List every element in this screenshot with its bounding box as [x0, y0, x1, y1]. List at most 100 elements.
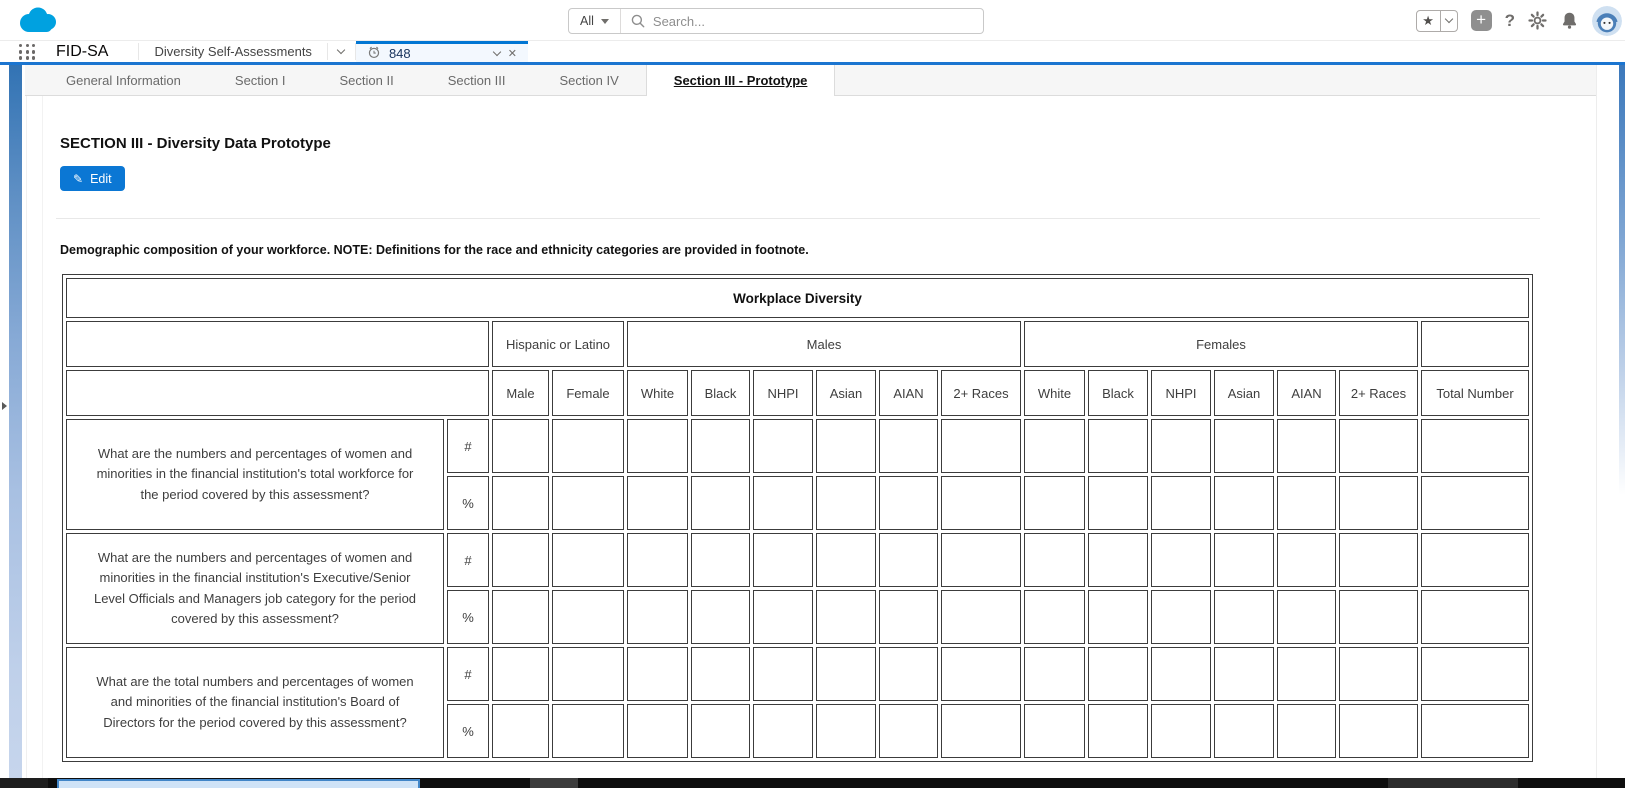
data-cell	[1421, 476, 1529, 530]
col-header: AIAN	[879, 370, 938, 416]
taskbar-start-segment[interactable]	[0, 778, 48, 788]
search-input[interactable]	[653, 14, 983, 29]
data-cell	[879, 419, 938, 473]
data-cell	[879, 476, 938, 530]
search-icon	[631, 14, 645, 28]
tab-section-ii[interactable]: Section II	[313, 65, 421, 95]
data-cell	[1024, 533, 1085, 587]
data-cell	[1214, 590, 1274, 644]
taskbar-tray-segment	[1388, 778, 1518, 788]
data-cell	[1339, 647, 1418, 701]
taskbar-app-button[interactable]	[530, 778, 578, 788]
data-cell	[816, 419, 876, 473]
tab-general-information[interactable]: General Information	[39, 65, 208, 95]
tab-section-iv[interactable]: Section IV	[533, 65, 646, 95]
data-cell	[1151, 533, 1211, 587]
tab-section-iii[interactable]: Section III	[421, 65, 533, 95]
setup-gear-icon[interactable]	[1528, 11, 1547, 30]
data-cell	[1088, 419, 1148, 473]
taskbar-search-box[interactable]	[57, 779, 420, 788]
tab-diversity-self-assessments[interactable]: Diversity Self-Assessments	[139, 41, 326, 62]
data-cell	[552, 419, 624, 473]
edit-button[interactable]: ✎ Edit	[60, 166, 125, 191]
favorites-dropdown-icon[interactable]	[1440, 11, 1457, 31]
data-cell	[552, 590, 624, 644]
data-cell	[941, 704, 1021, 758]
data-cell	[941, 419, 1021, 473]
panel-expand-arrow-icon[interactable]	[2, 402, 7, 410]
data-cell	[1214, 476, 1274, 530]
count-row-label: #	[447, 533, 489, 587]
data-cell	[1277, 590, 1336, 644]
data-cell	[1024, 704, 1085, 758]
question-cell: What are the numbers and percentages of …	[66, 533, 444, 644]
data-cell	[1088, 704, 1148, 758]
data-cell	[492, 704, 549, 758]
table-row-q2-count: What are the numbers and percentages of …	[66, 533, 1529, 587]
data-cell	[941, 533, 1021, 587]
user-avatar[interactable]	[1592, 6, 1622, 36]
col-header: White	[1024, 370, 1085, 416]
data-cell	[879, 590, 938, 644]
col-header: 2+ Races	[941, 370, 1021, 416]
col-header: 2+ Races	[1339, 370, 1418, 416]
data-cell	[753, 704, 813, 758]
data-cell	[552, 647, 624, 701]
data-cell	[691, 647, 750, 701]
data-cell	[1277, 704, 1336, 758]
data-cell	[1024, 419, 1085, 473]
tab-section-i[interactable]: Section I	[208, 65, 313, 95]
data-cell	[691, 704, 750, 758]
data-cell	[1214, 533, 1274, 587]
record-tab-chevron-icon[interactable]	[492, 47, 500, 55]
favorites-star-icon[interactable]: ★	[1417, 11, 1440, 31]
col-header: Asian	[1214, 370, 1274, 416]
data-cell	[1214, 419, 1274, 473]
empty-header-cell	[1421, 321, 1529, 367]
tab-record-848[interactable]: 848 ✕	[356, 41, 528, 62]
data-cell	[627, 590, 688, 644]
data-cell	[1277, 476, 1336, 530]
data-cell	[492, 476, 549, 530]
question-cell: What are the numbers and percentages of …	[66, 419, 444, 530]
data-cell	[1024, 590, 1085, 644]
page-title: SECTION III - Diversity Data Prototype	[60, 135, 331, 152]
table-title-row: Workplace Diversity	[66, 278, 1529, 318]
right-background-strip	[1619, 65, 1625, 495]
data-cell	[1277, 647, 1336, 701]
edit-pencil-icon: ✎	[73, 172, 83, 186]
salesforce-cloud-logo-icon	[15, 5, 61, 42]
percent-row-label: %	[447, 590, 489, 644]
record-tab-close-icon[interactable]: ✕	[508, 47, 517, 60]
data-cell	[1151, 476, 1211, 530]
data-cell	[552, 533, 624, 587]
data-cell	[879, 533, 938, 587]
data-cell	[691, 419, 750, 473]
app-launcher-icon[interactable]	[19, 44, 36, 60]
search-scope-dropdown[interactable]: All	[569, 9, 621, 33]
card-edge-line	[1596, 65, 1597, 778]
tab-dropdown-chevron-icon[interactable]	[328, 41, 355, 62]
navigation-bar: FID-SA Diversity Self-Assessments 848 ✕	[0, 41, 1625, 62]
column-header-row: Male Female White Black NHPI Asian AIAN …	[66, 370, 1529, 416]
question-cell: What are the total numbers and percentag…	[66, 647, 444, 758]
data-cell	[1151, 704, 1211, 758]
data-cell	[552, 476, 624, 530]
record-subtabs: General Information Section I Section II…	[25, 65, 1596, 96]
data-cell	[691, 533, 750, 587]
data-cell	[816, 476, 876, 530]
global-actions-icon[interactable]: +	[1471, 10, 1492, 31]
notifications-bell-icon[interactable]	[1560, 11, 1579, 30]
data-cell	[1214, 647, 1274, 701]
data-cell	[1421, 419, 1529, 473]
edit-button-label: Edit	[90, 172, 112, 186]
col-header: Female	[552, 370, 624, 416]
col-header: White	[627, 370, 688, 416]
favorites-button: ★	[1416, 10, 1458, 32]
help-icon[interactable]: ?	[1505, 11, 1515, 31]
tab-section-iii-prototype[interactable]: Section III - Prototype	[646, 65, 836, 96]
data-cell	[1024, 476, 1085, 530]
data-cell	[552, 704, 624, 758]
header-icon-group: ★ + ?	[1416, 5, 1622, 36]
group-females: Females	[1024, 321, 1418, 367]
